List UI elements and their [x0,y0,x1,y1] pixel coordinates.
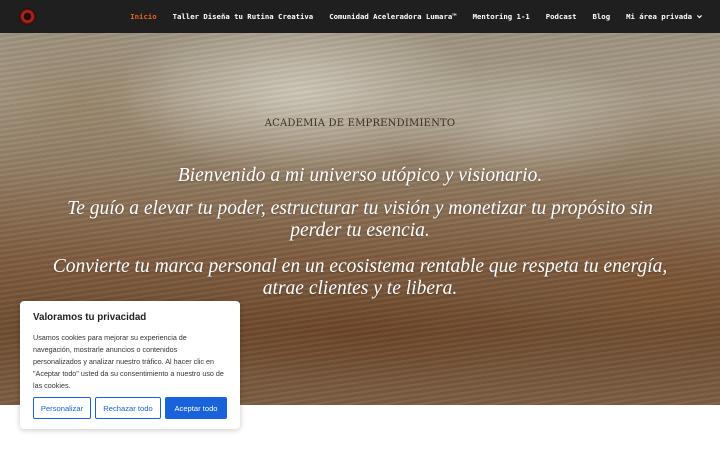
customize-button[interactable]: Personalizar [33,397,91,419]
nav-item-label: Inicio [130,12,157,21]
nav-item-label: Mi área privada [626,12,692,21]
reject-all-button[interactable]: Rechazar todo [95,397,161,419]
nav-item-area-privada[interactable]: Mi área privada [626,12,703,21]
hero-heading-welcome: Bienvenido a mi universo utópico y visio… [177,165,543,186]
cookie-actions: Personalizar Rechazar todo Aceptar todo [33,397,227,419]
nav-item-label: Taller Diseña tu Rutina Creativa [172,12,314,21]
chevron-down-icon [696,13,703,20]
accept-all-button[interactable]: Aceptar todo [165,397,227,419]
nav-item-inicio[interactable]: Inicio [130,12,156,21]
cookie-description: Usamos cookies para mejorar su experienc… [33,333,224,390]
cookie-title: Valoramos tu privacidad [33,312,147,323]
nav-item-label: Blog [592,12,611,21]
nav-item-mentoring[interactable]: Mentoring 1-1 [473,12,530,21]
nav-item-taller[interactable]: Taller Diseña tu Rutina Creativa [173,12,314,21]
nav-item-label: Comunidad Aceleradora Lumara™ [329,12,457,21]
top-navbar: Inicio Taller Diseña tu Rutina Creativa … [0,0,720,33]
nav-item-blog[interactable]: Blog [593,12,611,21]
main-menu: Inicio Taller Diseña tu Rutina Creativa … [114,0,703,33]
hero-heading-brand: Convierte tu marca personal en un ecosis… [52,256,668,299]
nav-item-label: Podcast [545,12,577,21]
hero-kicker: ACADEMIA DE EMPRENDIMIENTO [264,118,456,129]
cookie-consent-banner: Valoramos tu privacidad Usamos cookies p… [20,301,240,429]
logo-icon[interactable] [20,9,35,24]
hero-heading-guide: Te guío a elevar tu poder, estructurar t… [67,198,653,241]
nav-item-podcast[interactable]: Podcast [546,12,577,21]
nav-item-label: Mentoring 1-1 [472,12,530,21]
nav-item-comunidad[interactable]: Comunidad Aceleradora Lumara™ [329,12,456,21]
